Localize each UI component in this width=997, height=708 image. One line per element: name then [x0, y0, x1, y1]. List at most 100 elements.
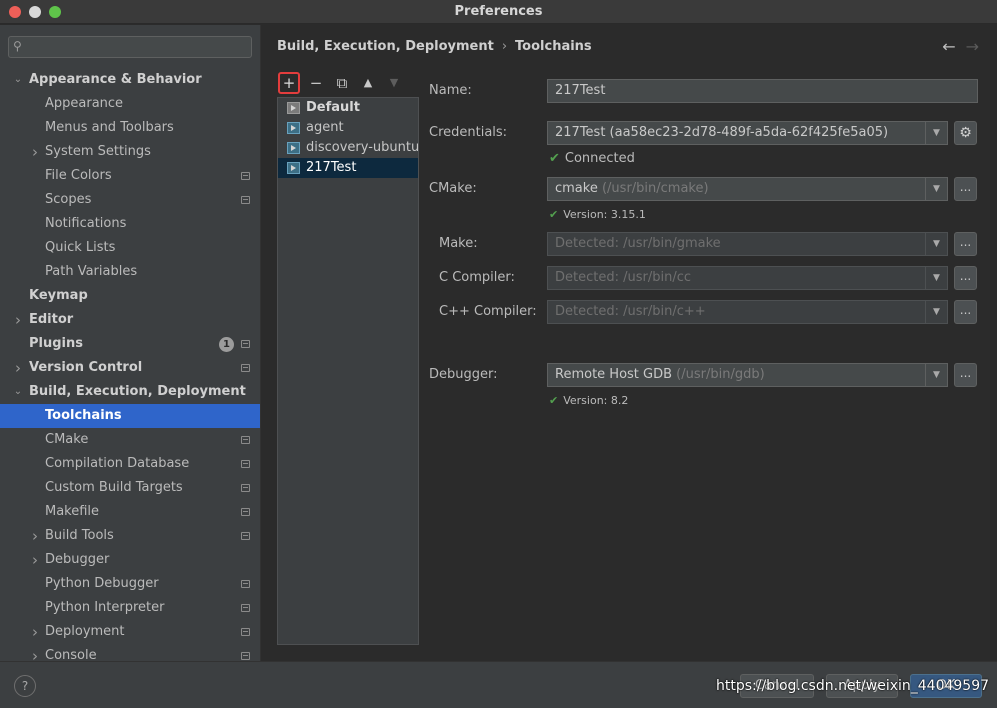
sidebar-item-python-interpreter[interactable]: Python Interpreter: [0, 596, 260, 620]
chevron-down-icon[interactable]: ⌄: [12, 380, 24, 404]
c-compiler-browse-button[interactable]: ...: [954, 266, 977, 290]
cmake-value: cmake: [555, 181, 598, 196]
toolchain-item-discovery-ubuntu[interactable]: discovery-ubuntu: [278, 138, 418, 158]
copy-toolchain-button[interactable]: ⧉: [331, 72, 353, 94]
cmake-version-text: Version: 3.15.1: [563, 208, 646, 221]
toolchain-list[interactable]: Default agent discovery-ubuntu 217Test: [277, 97, 419, 645]
sidebar-item-console[interactable]: › Console: [0, 644, 260, 661]
sidebar-item-path-variables[interactable]: Path Variables: [0, 260, 260, 284]
sidebar-item-compilation-database[interactable]: Compilation Database: [0, 452, 260, 476]
debugger-value: Remote Host GDB: [555, 367, 673, 382]
sidebar-item-python-debugger[interactable]: Python Debugger: [0, 572, 260, 596]
connected-status: ✔ Connected: [549, 151, 635, 166]
sidebar-item-system-settings[interactable]: › System Settings: [0, 140, 260, 164]
sidebar-item-debugger[interactable]: › Debugger: [0, 548, 260, 572]
debugger-version-status: ✔ Version: 8.2: [549, 394, 628, 407]
chevron-right-icon[interactable]: ›: [29, 644, 41, 661]
debugger-browse-button[interactable]: ...: [954, 363, 977, 387]
sidebar-item-toolchains[interactable]: Toolchains: [0, 404, 260, 428]
toolchain-item-217test[interactable]: 217Test: [278, 158, 418, 178]
sidebar-item-appearance[interactable]: Appearance: [0, 92, 260, 116]
sidebar-item-label: Custom Build Targets: [45, 480, 183, 495]
c-compiler-select[interactable]: Detected: /usr/bin/cc ▼: [547, 266, 948, 290]
project-scope-icon: [241, 340, 250, 348]
sidebar-item-deployment[interactable]: › Deployment: [0, 620, 260, 644]
toolchain-icon: [287, 122, 300, 134]
move-down-button[interactable]: ▼: [383, 72, 405, 94]
chevron-down-icon: ▼: [925, 267, 947, 289]
sidebar-item-menus-and-toolbars[interactable]: Menus and Toolbars: [0, 116, 260, 140]
sidebar-item-label: Scopes: [45, 192, 92, 207]
sidebar-item-quick-lists[interactable]: Quick Lists: [0, 236, 260, 260]
chevron-right-icon[interactable]: ›: [29, 524, 41, 548]
cmake-version-status: ✔ Version: 3.15.1: [549, 208, 646, 221]
cpp-compiler-value: Detected: /usr/bin/c++: [555, 304, 706, 319]
forward-arrow-icon[interactable]: →: [966, 37, 979, 56]
sidebar-item-plugins[interactable]: Plugins 1: [0, 332, 260, 356]
sidebar-item-label: Python Interpreter: [45, 600, 165, 615]
sidebar-item-notifications[interactable]: Notifications: [0, 212, 260, 236]
cmake-path: (/usr/bin/cmake): [601, 181, 709, 196]
sidebar-item-cmake[interactable]: CMake: [0, 428, 260, 452]
sidebar-item-label: Python Debugger: [45, 576, 159, 591]
sidebar-item-appearance-behavior[interactable]: ⌄ Appearance & Behavior: [0, 68, 260, 92]
sidebar-item-label: Editor: [29, 312, 74, 327]
cmake-browse-button[interactable]: ...: [954, 177, 977, 201]
sidebar-item-label: Debugger: [45, 552, 110, 567]
add-toolchain-button[interactable]: +: [278, 72, 300, 94]
sidebar-item-version-control[interactable]: › Version Control: [0, 356, 260, 380]
project-scope-icon: [241, 532, 250, 540]
credentials-value: 217Test (aa58ec23-2d78-489f-a5da-62f425f…: [555, 125, 889, 140]
debugger-select[interactable]: Remote Host GDB (/usr/bin/gdb) ▼: [547, 363, 948, 387]
chevron-right-icon[interactable]: ›: [12, 308, 24, 332]
cmake-select[interactable]: cmake (/usr/bin/cmake) ▼: [547, 177, 948, 201]
chevron-right-icon[interactable]: ›: [29, 620, 41, 644]
toolchain-item-default[interactable]: Default: [278, 98, 418, 118]
back-arrow-icon[interactable]: ←: [942, 37, 955, 56]
project-scope-icon: [241, 580, 250, 588]
name-field[interactable]: 217Test: [547, 79, 978, 103]
project-scope-icon: [241, 172, 250, 180]
search-input[interactable]: ⚲: [8, 36, 252, 58]
make-browse-button[interactable]: ...: [954, 232, 977, 256]
debugger-label: Debugger:: [429, 367, 498, 382]
chevron-right-icon[interactable]: ›: [12, 356, 24, 380]
sidebar-item-editor[interactable]: › Editor: [0, 308, 260, 332]
sidebar-item-label: Deployment: [45, 624, 125, 639]
move-up-button[interactable]: ▲: [357, 72, 379, 94]
breadcrumb-parent[interactable]: Build, Execution, Deployment: [277, 39, 494, 54]
toolchain-item-agent[interactable]: agent: [278, 118, 418, 138]
make-select[interactable]: Detected: /usr/bin/gmake ▼: [547, 232, 948, 256]
settings-sidebar: ⚲ ⌄ Appearance & Behavior Appearance Menus …: [0, 25, 261, 661]
debugger-version-text: Version: 8.2: [563, 394, 629, 407]
credentials-select[interactable]: 217Test (aa58ec23-2d78-489f-a5da-62f425f…: [547, 121, 948, 145]
window-title: Preferences: [454, 4, 543, 19]
sidebar-item-label: Compilation Database: [45, 456, 190, 471]
chevron-right-icon[interactable]: ›: [29, 140, 41, 164]
settings-tree: ⌄ Appearance & Behavior Appearance Menus an…: [0, 68, 260, 661]
sidebar-item-custom-build-targets[interactable]: Custom Build Targets: [0, 476, 260, 500]
sidebar-item-label: Notifications: [45, 216, 127, 231]
cmake-label: CMake:: [429, 181, 477, 196]
cpp-compiler-browse-button[interactable]: ...: [954, 300, 977, 324]
cpp-compiler-select[interactable]: Detected: /usr/bin/c++ ▼: [547, 300, 948, 324]
breadcrumb-separator: ›: [501, 39, 508, 54]
chevron-down-icon[interactable]: ⌄: [12, 68, 24, 92]
sidebar-item-file-colors[interactable]: File Colors: [0, 164, 260, 188]
sidebar-item-keymap[interactable]: Keymap: [0, 284, 260, 308]
project-scope-icon: [241, 460, 250, 468]
help-button[interactable]: ?: [14, 675, 36, 697]
search-icon: ⚲: [13, 39, 22, 53]
chevron-right-icon[interactable]: ›: [29, 548, 41, 572]
toolchain-icon: [287, 142, 300, 154]
sidebar-item-build-tools[interactable]: › Build Tools: [0, 524, 260, 548]
remove-toolchain-button[interactable]: −: [305, 72, 327, 94]
sidebar-item-makefile[interactable]: Makefile: [0, 500, 260, 524]
sidebar-item-label: Menus and Toolbars: [45, 120, 174, 135]
credentials-settings-button[interactable]: ⚙: [954, 121, 977, 145]
sidebar-item-label: Makefile: [45, 504, 100, 519]
sidebar-item-scopes[interactable]: Scopes: [0, 188, 260, 212]
debugger-path: (/usr/bin/gdb): [676, 367, 765, 382]
sidebar-item-build-execution-deployment[interactable]: ⌄ Build, Execution, Deployment: [0, 380, 260, 404]
chevron-down-icon: ▼: [925, 233, 947, 255]
